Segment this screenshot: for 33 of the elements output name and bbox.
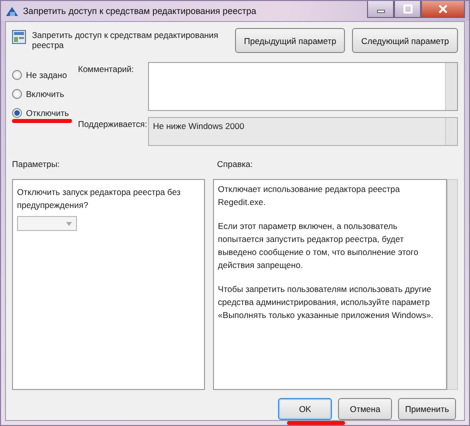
close-button[interactable] [421,1,465,18]
maximize-button[interactable] [394,1,421,18]
nav-button[interactable]: Следующий параметр [352,28,458,53]
highlight-mark [287,421,345,425]
help-label: Справка: [217,159,254,171]
help-text: Если этот параметр включен, а пользователь попытается запустить редактор реестра, будет выведено сообщение о том, что выполнение этого действия запрещено. [218,220,420,272]
window-title: Запретить доступ к средствам редактирования реестра [23,6,258,16]
scrollbar [445,63,457,110]
radio-label[interactable]: Включить [26,88,64,98]
radio-label[interactable]: Отключить [26,108,69,118]
help-text: Чтобы запретить пользователям использовать другие средства администрирования, используйте параметр «Выполнять только указанные приложения Windows». [218,283,434,322]
minimize-button[interactable] [367,1,394,18]
help-text: Отключает использование редактора реестра Regedit.exe. [218,183,401,209]
radio-button[interactable] [12,70,22,80]
comment-label: Комментарий: [78,63,135,76]
close-icon [437,4,449,14]
supported-label: Поддерживается: [78,118,148,131]
policy-title: Запретить доступ к средствам редактирования реестра [32,30,220,50]
dialog-button[interactable]: OK [278,398,332,420]
nav-button[interactable]: Предыдущий параметр [235,28,346,53]
radio-button[interactable] [12,108,22,118]
comment-field[interactable] [148,62,458,111]
radio-button[interactable] [12,88,22,98]
maximize-icon [402,4,414,14]
policy-icon [12,30,26,44]
highlight-mark [12,119,72,123]
radio-label[interactable]: Не задано [26,70,67,80]
dialog-button[interactable]: Применить [398,398,456,420]
option-question: Отключить запуск редактора реестра без предупреждения? [17,186,182,212]
dropdown-arrow-icon [66,222,72,226]
supported-field: Не ниже Windows 2000 [148,117,458,146]
options-label: Параметры: [12,159,61,171]
dialog-button[interactable]: Отмена [338,398,392,420]
